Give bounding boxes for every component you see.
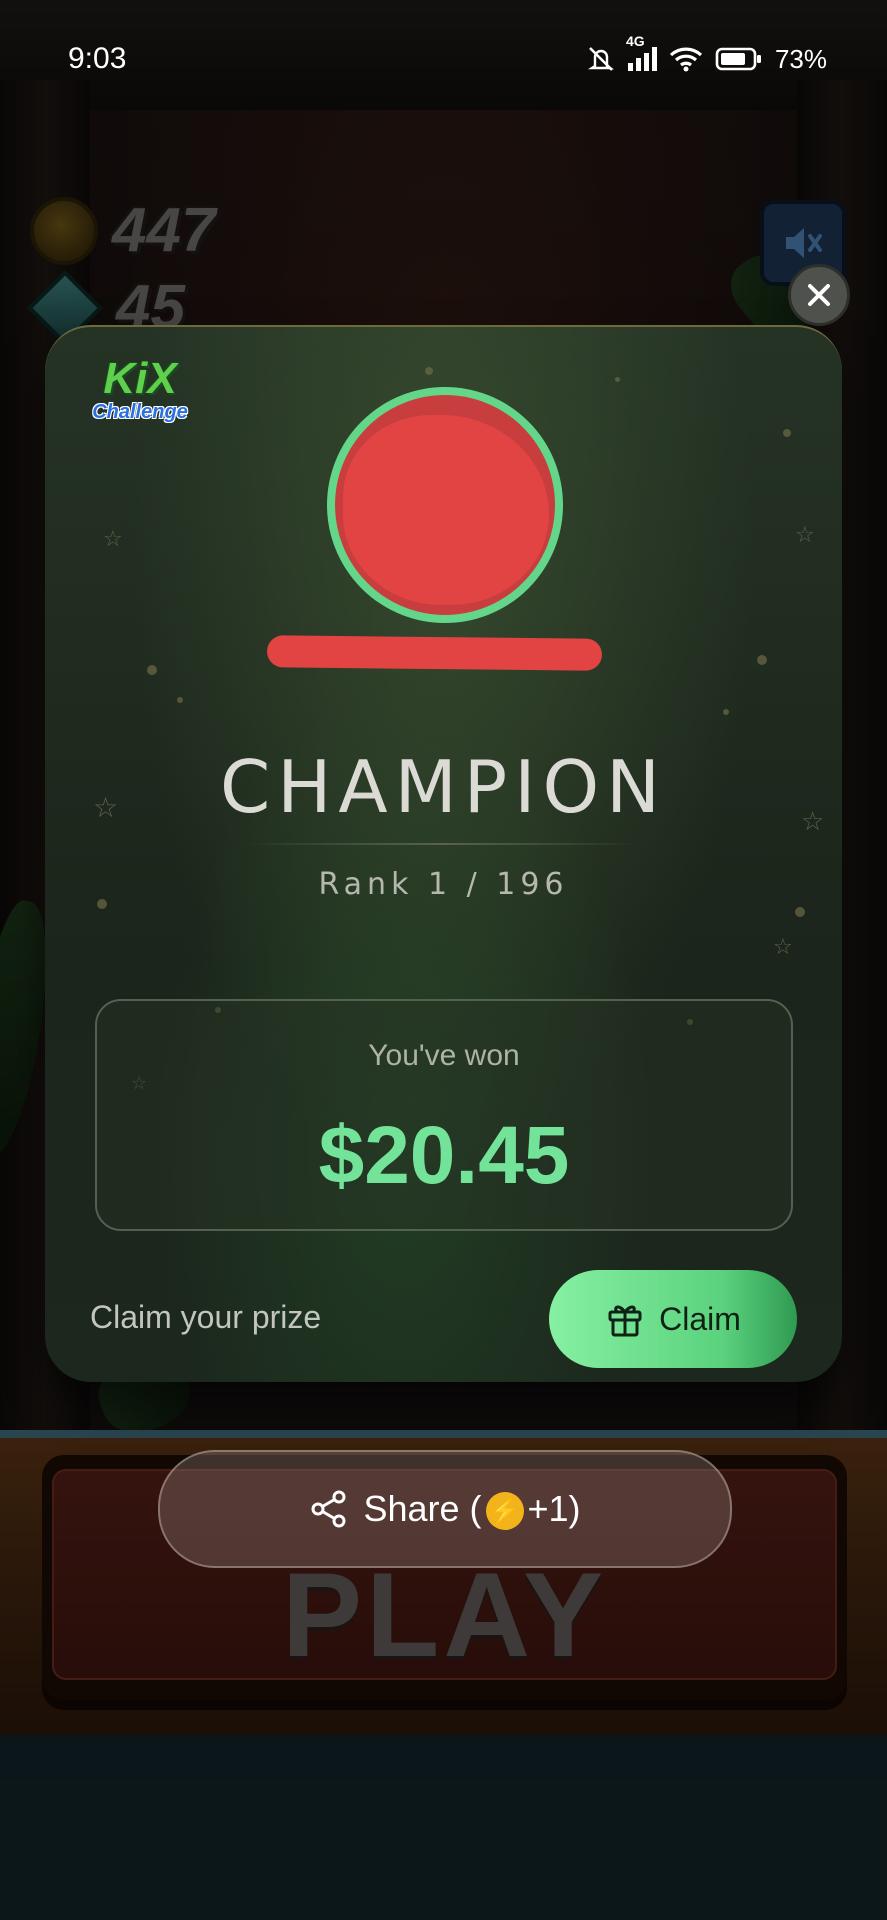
lightning-icon: ⚡ [485,1492,524,1531]
wifi-icon [669,47,703,72]
claim-button-label: Claim [659,1300,741,1337]
close-icon [808,284,830,306]
sparkle-dot [615,377,620,382]
avatar [327,387,563,623]
sparkle-dot [757,655,767,665]
winnings-box: You've won $20.45 [95,999,793,1231]
battery-percent: 73% [774,43,827,74]
network-type: 4G [625,33,645,49]
mute-icon [587,47,614,71]
avatar-redaction [343,415,549,605]
sparkle-dot [147,665,157,675]
sparkle-dot [783,429,791,437]
username-redaction [266,635,603,671]
star-icon: ☆ [103,527,123,552]
status-bar: 9:03 4G 73% [0,0,887,118]
share-label: Share ( [363,1487,482,1529]
logo-challenge-text: Challenge [92,401,188,423]
sparkle-dot [177,697,183,703]
share-bonus: +1) [527,1487,581,1529]
kix-challenge-logo: KiX Challenge [85,357,195,427]
gift-icon [608,1305,642,1337]
sparkle-dot [795,907,805,917]
status-icons: 4G 73% [586,33,827,75]
rank-text: Rank 1 / 196 [318,867,569,902]
star-icon: ☆ [773,935,793,960]
close-button[interactable] [788,264,850,326]
share-icon [311,1490,346,1528]
star-icon: ☆ [795,523,815,548]
status-time: 9:03 [68,42,127,75]
signal-icon: 4G [626,33,657,71]
winnings-amount: $20.45 [318,1110,570,1201]
battery-icon [715,47,761,71]
claim-button[interactable]: Claim [549,1270,797,1368]
result-title: CHAMPION [220,745,667,829]
winnings-label: You've won [368,1039,520,1072]
title-divider [245,843,640,845]
share-button[interactable]: Share (⚡ +1) [158,1450,732,1568]
sparkle-dot [425,367,433,375]
sparkle-dot [723,709,729,715]
result-modal: ☆ ☆ ☆ ☆ ☆ ☆ KiX Challenge CHAMPION Rank … [45,325,842,1382]
claim-prompt: Claim your prize [90,1299,322,1335]
logo-kix-text: KiX [103,354,177,403]
